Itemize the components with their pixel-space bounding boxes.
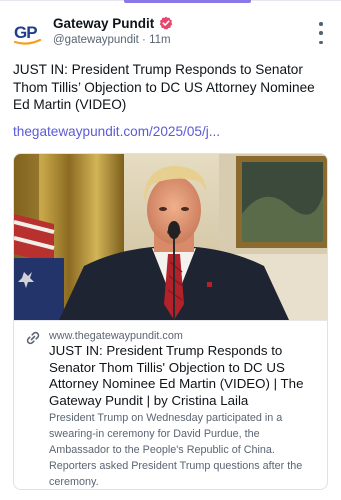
svg-text:GP: GP [14,23,37,42]
post-link[interactable]: thegatewaypundit.com/2025/05/j... [13,124,220,139]
avatar[interactable]: GP [13,17,43,47]
meta-separator: · [142,34,146,46]
author-info: Gateway Pundit @gatewaypundit · 11m [53,14,173,50]
press-photo [14,154,327,320]
link-preview-body: www.thegatewaypundit.com JUST IN: Presid… [14,320,327,489]
post-timestamp[interactable]: 11m [149,34,171,46]
link-preview-card[interactable]: www.thegatewaypundit.com JUST IN: Presid… [13,153,328,490]
author-handle[interactable]: @gatewaypundit [53,34,139,46]
author-display-name[interactable]: Gateway Pundit [53,16,154,31]
more-options-button[interactable] [315,22,327,44]
gateway-pundit-logo: GP [13,23,42,45]
author-meta: @gatewaypundit · 11m [53,34,173,50]
link-preview-title[interactable]: JUST IN: President Trump Responds to Sen… [49,343,319,409]
post-text: JUST IN: President Trump Responds to Sen… [13,62,315,112]
more-vertical-icon [319,22,323,26]
link-icon [26,331,40,345]
link-preview-image[interactable] [14,154,327,320]
post[interactable]: GP Gateway Pundit @gatewaypundit · 11m J… [0,0,341,500]
link-preview-domain: www.thegatewaypundit.com [49,330,183,342]
verified-badge-icon [159,16,173,30]
link-preview-description: President Trump on Wednesday participate… [49,412,303,489]
post-header: GP Gateway Pundit @gatewaypundit · 11m [13,14,329,50]
